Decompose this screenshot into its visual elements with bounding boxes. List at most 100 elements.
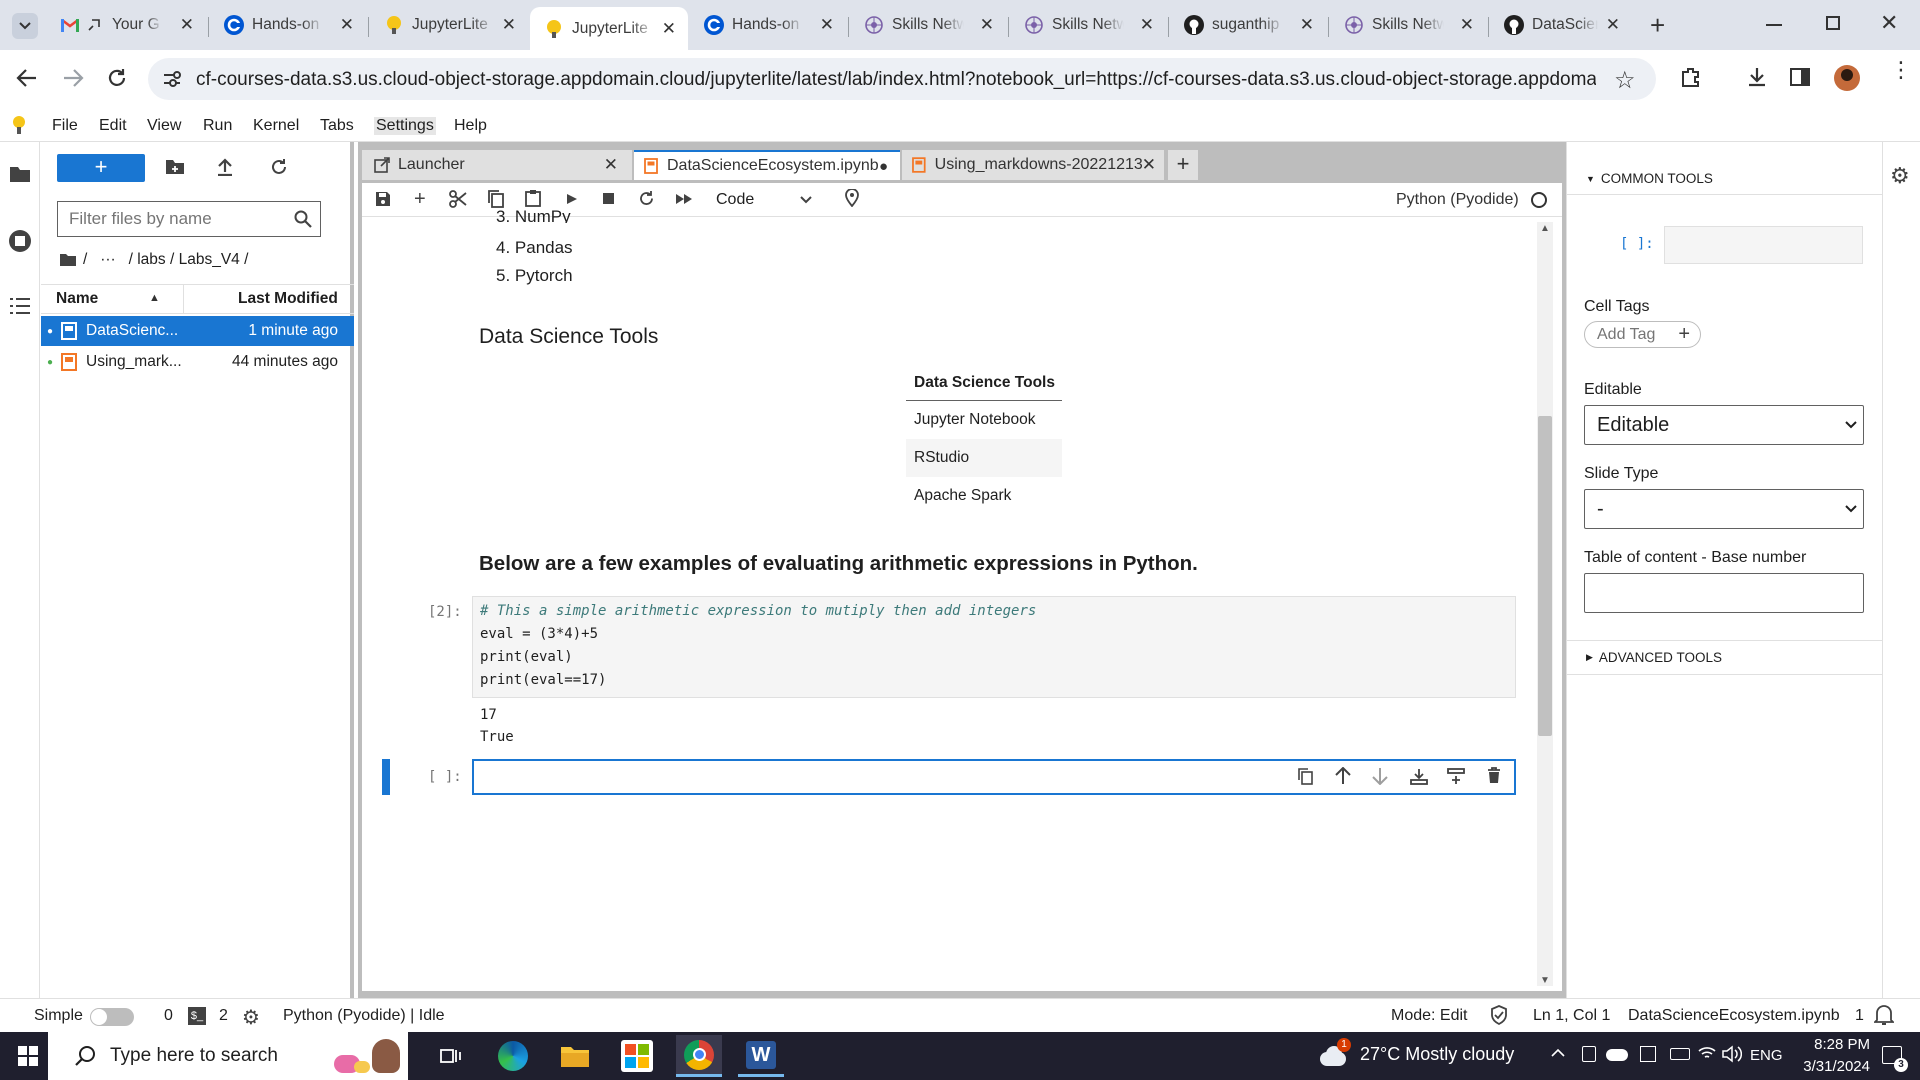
close-window-button[interactable]: ✕ <box>1880 10 1898 36</box>
kernel-name[interactable]: Python (Pyodide) <box>1396 191 1519 209</box>
restore-button[interactable] <box>1826 16 1840 30</box>
refresh-icon[interactable] <box>270 158 288 176</box>
simple-mode-toggle[interactable] <box>90 1008 134 1026</box>
new-launcher-button[interactable]: + <box>57 154 145 182</box>
toc-base-number-input[interactable] <box>1584 573 1864 613</box>
browser-tab-skills-network-1[interactable]: Skills Netw ✕ <box>850 7 1006 43</box>
url-text[interactable]: cf-courses-data.s3.us.cloud-object-stora… <box>196 69 1596 91</box>
volume-icon[interactable] <box>1722 1045 1742 1063</box>
microsoft-store-icon[interactable] <box>614 1035 660 1077</box>
menu-run[interactable]: Run <box>203 117 232 135</box>
menu-tabs[interactable]: Tabs <box>320 117 354 135</box>
notification-bell-icon[interactable] <box>1874 1004 1894 1026</box>
doc-tab-using-markdowns[interactable]: Using_markdowns-20221213 ✕ <box>902 150 1164 180</box>
browser-tab-skills-network-2[interactable]: Skills Netw ✕ <box>1010 7 1166 43</box>
scrollbar-thumb[interactable] <box>1538 416 1552 736</box>
menu-edit[interactable]: Edit <box>99 117 127 135</box>
bookmark-star-icon[interactable]: ☆ <box>1614 66 1636 95</box>
cut-icon[interactable] <box>449 190 467 208</box>
restart-icon[interactable] <box>638 190 655 207</box>
notification-count[interactable]: 1 <box>1855 1007 1864 1025</box>
close-icon[interactable]: ✕ <box>340 15 354 35</box>
table-of-contents-icon[interactable] <box>9 297 31 315</box>
editable-select[interactable]: Editable <box>1584 405 1864 445</box>
doc-tab-datascience[interactable]: DataScienceEcosystem.ipynb ● <box>634 150 900 180</box>
minimize-button[interactable] <box>1766 24 1782 26</box>
fast-forward-icon[interactable] <box>675 193 693 205</box>
running-sessions-icon[interactable] <box>9 230 31 252</box>
run-icon[interactable] <box>566 193 578 205</box>
column-modified-header[interactable]: Last Modified <box>238 290 338 308</box>
chrome-taskbar-icon[interactable] <box>676 1035 722 1077</box>
property-inspector-gears-icon[interactable]: ⚙ <box>1890 163 1910 189</box>
common-tools-header[interactable]: ▼ COMMON TOOLS <box>1586 171 1713 186</box>
reload-icon[interactable] <box>106 67 128 89</box>
move-down-icon[interactable] <box>1372 767 1388 785</box>
stop-icon[interactable] <box>603 193 614 204</box>
menu-view[interactable]: View <box>147 117 181 135</box>
browser-tab-skills-network-3[interactable]: Skills Netw ✕ <box>1330 7 1486 43</box>
browser-tab-github-2[interactable]: DataScien ✕ <box>1490 7 1632 43</box>
taskbar-search-box[interactable]: Type here to search <box>48 1032 408 1080</box>
profile-avatar[interactable] <box>1834 65 1860 91</box>
close-icon[interactable]: ✕ <box>1460 15 1474 35</box>
edge-icon[interactable] <box>490 1035 536 1077</box>
weather-text[interactable]: 27°C Mostly cloudy <box>1360 1044 1514 1065</box>
close-icon[interactable]: ✕ <box>1142 155 1156 175</box>
insert-below-icon[interactable] <box>1447 768 1465 785</box>
active-code-cell[interactable] <box>472 759 1516 795</box>
close-icon[interactable]: ✕ <box>1300 15 1314 35</box>
file-explorer-icon[interactable] <box>552 1035 598 1077</box>
folder-icon[interactable] <box>9 165 31 183</box>
menu-settings[interactable]: Settings <box>374 117 436 135</box>
menu-kernel[interactable]: Kernel <box>253 117 299 135</box>
site-info-icon[interactable] <box>162 70 182 88</box>
close-icon[interactable]: ✕ <box>1606 15 1620 35</box>
insert-cell-icon[interactable]: + <box>414 188 426 211</box>
close-icon[interactable]: ✕ <box>662 19 676 39</box>
breadcrumb-path[interactable]: / ··· / labs / Labs_V4 / <box>83 251 248 269</box>
new-tab-button[interactable]: + <box>1650 10 1665 41</box>
wifi-icon[interactable] <box>1698 1045 1716 1061</box>
file-filter-input[interactable] <box>58 202 278 236</box>
terminal-count[interactable]: 0 <box>164 1007 173 1025</box>
slide-type-select[interactable]: - <box>1584 489 1864 529</box>
column-name-header[interactable]: Name <box>56 290 98 308</box>
menu-help[interactable]: Help <box>454 117 487 135</box>
kernel-status-text[interactable]: Python (Pyodide) | Idle <box>283 1007 445 1025</box>
browser-menu-icon[interactable]: ⋮ <box>1890 59 1912 81</box>
tab-search-button[interactable] <box>12 13 38 39</box>
meet-now-icon[interactable] <box>1582 1046 1596 1062</box>
windows-start-icon[interactable] <box>18 1046 38 1066</box>
close-icon[interactable]: ✕ <box>180 15 194 35</box>
insert-above-icon[interactable] <box>1410 768 1428 785</box>
side-panel-icon[interactable] <box>1790 68 1810 86</box>
clock-date[interactable]: 3/31/2024 <box>1775 1058 1870 1075</box>
browser-tab-jupyterlite-active[interactable]: JupyterLite ✕ <box>530 7 688 50</box>
clock-time[interactable]: 8:28 PM <box>1798 1036 1870 1053</box>
terminal-icon[interactable]: $_ <box>188 1007 206 1025</box>
browser-tab-gmail[interactable]: Your G ✕ <box>46 7 206 43</box>
scroll-up-arrow[interactable]: ▲ <box>1540 223 1550 234</box>
new-tab-button[interactable]: + <box>1168 150 1198 180</box>
debugger-icon[interactable] <box>844 189 860 207</box>
file-filter-field[interactable] <box>57 201 321 237</box>
save-icon[interactable] <box>375 191 391 207</box>
duplicate-cell-icon[interactable] <box>1298 768 1313 785</box>
add-tag-button[interactable]: Add Tag + <box>1584 321 1701 348</box>
close-icon[interactable]: ✕ <box>1140 15 1154 35</box>
download-icon[interactable] <box>1746 66 1768 88</box>
extensions-icon[interactable] <box>1680 66 1702 88</box>
browser-tab-hands-on[interactable]: Hands-on ✕ <box>210 7 366 43</box>
move-up-icon[interactable] <box>1335 767 1351 785</box>
folder-icon[interactable] <box>59 253 77 267</box>
browser-tab-jupyterlite-1[interactable]: JupyterLite ✕ <box>370 7 528 43</box>
file-row-using-markdowns[interactable]: ● Using_mark... 44 minutes ago <box>41 347 354 377</box>
word-taskbar-icon[interactable]: W <box>738 1035 784 1077</box>
close-icon[interactable]: ✕ <box>980 15 994 35</box>
paste-icon[interactable] <box>525 189 541 207</box>
task-view-icon[interactable] <box>428 1035 474 1077</box>
browser-tab-hands-on-2[interactable]: Hands-on ✕ <box>690 7 846 43</box>
close-icon[interactable]: ✕ <box>820 15 834 35</box>
kernel-chip-icon[interactable]: ⚙ <box>242 1005 260 1030</box>
